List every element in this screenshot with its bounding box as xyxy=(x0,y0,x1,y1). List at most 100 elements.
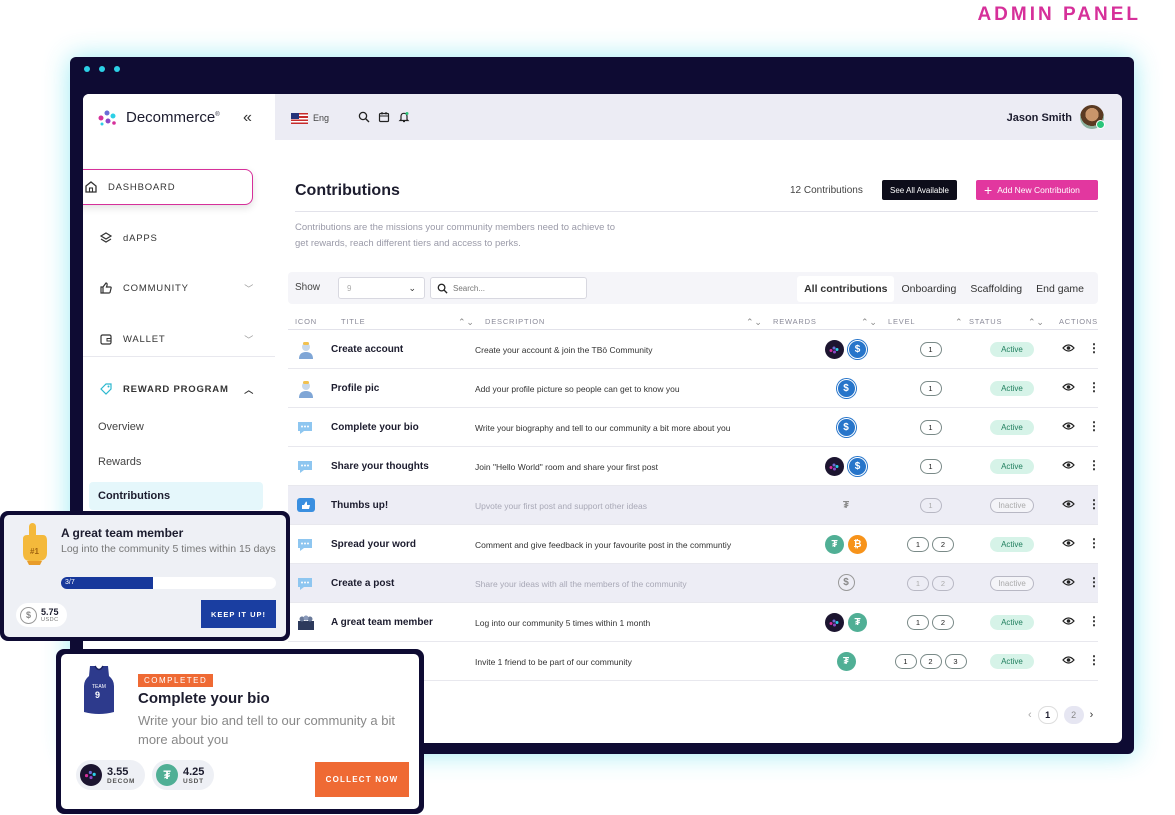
tab-all-contributions[interactable]: All contributions xyxy=(797,276,895,302)
row-actions: ⋮ xyxy=(1062,342,1100,354)
tab-onboarding[interactable]: Onboarding xyxy=(894,276,963,302)
column-header-description[interactable]: DESCRIPTION xyxy=(485,317,545,326)
card-title: Complete your bio xyxy=(138,690,270,707)
more-options-icon[interactable]: ⋮ xyxy=(1088,576,1100,588)
sidebar-item-community[interactable]: COMMUNITY ﹀ xyxy=(90,270,262,306)
usdc-coin-icon: $ xyxy=(20,606,37,624)
search-icon[interactable] xyxy=(358,111,370,123)
more-options-icon[interactable]: ⋮ xyxy=(1088,342,1100,354)
sidebar-item-dapps[interactable]: dAPPS xyxy=(90,220,262,256)
usdt-coin-icon: ₮ xyxy=(842,500,850,511)
status-badge: Inactive xyxy=(990,576,1034,591)
more-options-icon[interactable]: ⋮ xyxy=(1088,420,1100,432)
sort-icon[interactable]: ⌃⌄ xyxy=(458,317,475,328)
svg-text:#1: #1 xyxy=(30,547,39,556)
usdc-coin-icon: $ xyxy=(837,574,855,591)
sort-icon[interactable]: ⌃⌄ xyxy=(1028,317,1045,328)
chat-bubble-icon xyxy=(296,457,316,477)
sidebar-divider xyxy=(83,356,275,357)
sort-icon[interactable]: ⌃⌄ xyxy=(861,317,878,328)
eye-icon[interactable] xyxy=(1062,499,1075,509)
chat-bubble-icon xyxy=(296,418,316,438)
eye-icon[interactable] xyxy=(1062,343,1075,353)
row-actions: ⋮ xyxy=(1062,381,1100,393)
sort-icon[interactable]: ⌃⌄ xyxy=(746,317,763,328)
user-name[interactable]: Jason Smith xyxy=(1007,112,1072,124)
reward-amount: 3.55 xyxy=(107,765,129,778)
column-header-rewards[interactable]: REWARDS xyxy=(773,317,817,326)
topbar: Eng Jason Smith xyxy=(275,94,1122,140)
table-row[interactable]: Create account Create your account & join… xyxy=(288,330,1100,369)
eye-icon[interactable] xyxy=(1062,421,1075,431)
bell-icon[interactable] xyxy=(398,111,410,123)
search-field[interactable] xyxy=(430,277,587,299)
row-actions: ⋮ xyxy=(1062,615,1100,627)
collapse-sidebar-icon[interactable]: « xyxy=(243,109,252,127)
sidebar-subitem-overview[interactable]: Overview xyxy=(89,413,263,441)
column-header-title[interactable]: TITLE xyxy=(341,317,365,326)
eye-icon[interactable] xyxy=(1062,655,1075,665)
tag-icon xyxy=(100,383,112,395)
sidebar-item-wallet[interactable]: WALLET ﹀ xyxy=(90,321,262,357)
eye-icon[interactable] xyxy=(1062,382,1075,392)
sidebar-item-reward-program[interactable]: REWARD PROGRAM ︿ xyxy=(90,371,262,407)
eye-icon[interactable] xyxy=(1062,538,1075,548)
chevron-left-icon[interactable]: ‹ xyxy=(1028,709,1032,721)
eye-icon[interactable] xyxy=(1062,460,1075,470)
add-new-contribution-button[interactable]: + Add New Contribution xyxy=(976,180,1098,200)
status-badge: Active xyxy=(990,381,1034,396)
table-row[interactable]: Thumbs up! Upvote your first post and sup… xyxy=(288,486,1100,525)
row-description: Join "Hello World" room and share your f… xyxy=(475,462,659,472)
page-1-button[interactable]: 1 xyxy=(1037,706,1058,724)
more-options-icon[interactable]: ⋮ xyxy=(1088,381,1100,393)
collect-now-button[interactable]: COLLECT NOW xyxy=(315,762,409,797)
table-row[interactable]: A great team member Log into our communit… xyxy=(288,603,1100,642)
pagination: ‹ 1 2 › xyxy=(1028,706,1093,724)
eye-icon[interactable] xyxy=(1062,577,1075,587)
eye-icon[interactable] xyxy=(1062,616,1075,626)
us-flag-icon[interactable] xyxy=(291,113,308,124)
level-badge: 2 xyxy=(932,576,954,591)
table-row[interactable]: Spread your word Comment and give feedbac… xyxy=(288,525,1100,564)
chevron-right-icon[interactable]: › xyxy=(1090,709,1094,721)
more-options-icon[interactable]: ⋮ xyxy=(1088,654,1100,666)
sidebar-subitem-contributions[interactable]: Contributions xyxy=(89,482,263,510)
search-input[interactable] xyxy=(453,284,573,293)
more-options-icon[interactable]: ⋮ xyxy=(1088,537,1100,549)
level-badge: 1 xyxy=(919,498,942,513)
tab-end-game[interactable]: End game xyxy=(1029,276,1091,302)
usdt-coin-icon: ₮ xyxy=(836,652,856,671)
row-levels: 12 xyxy=(878,615,983,630)
level-badge: 1 xyxy=(919,459,942,474)
column-header-level[interactable]: LEVEL xyxy=(888,317,915,326)
reward-token: USDC xyxy=(41,617,59,623)
sort-icon[interactable]: ⌃ xyxy=(955,317,963,328)
sidebar-item-dashboard[interactable]: DASHBOARD xyxy=(83,169,253,205)
complete-bio-card: TEAM 9 COMPLETED Complete your bio Write… xyxy=(56,649,424,814)
table-row[interactable]: Create a post Share your ideas with all t… xyxy=(288,564,1100,603)
keep-it-up-button[interactable]: KEEP IT UP! xyxy=(201,600,276,628)
sidebar-subitem-rewards[interactable]: Rewards xyxy=(89,448,263,476)
card-description: Log into the community 5 times within 15… xyxy=(61,543,276,555)
more-options-icon[interactable]: ⋮ xyxy=(1088,615,1100,627)
user-avatar-icon xyxy=(296,379,316,399)
language-selector[interactable]: Eng xyxy=(313,113,329,123)
level-badge: 3 xyxy=(944,654,967,669)
tab-scaffolding[interactable]: Scaffolding xyxy=(963,276,1029,302)
page-2-button[interactable]: 2 xyxy=(1063,706,1084,724)
brand-logo[interactable]: Decommerce® xyxy=(97,108,220,126)
category-tabs: All contributions Onboarding Scaffolding… xyxy=(797,276,1091,302)
see-all-available-button[interactable]: See All Available xyxy=(882,180,958,200)
table-row[interactable]: Share your thoughts Join "Hello World" ro… xyxy=(288,447,1100,486)
more-options-icon[interactable]: ⋮ xyxy=(1088,498,1100,510)
table-row[interactable]: Complete your bio Write your biography an… xyxy=(288,408,1100,447)
reward-pill-decom: 3.55 DECOM xyxy=(76,760,146,790)
calendar-icon[interactable] xyxy=(378,111,390,123)
show-count-value: 9 xyxy=(347,284,352,293)
show-count-select[interactable]: 9 ⌄ xyxy=(338,277,425,299)
table-row[interactable]: Profile pic Add your profile picture so p… xyxy=(288,369,1100,408)
user-avatar[interactable] xyxy=(1080,105,1105,129)
usdt-coin-icon: ₮ xyxy=(825,535,844,554)
column-header-status[interactable]: STATUS xyxy=(969,317,1002,326)
more-options-icon[interactable]: ⋮ xyxy=(1088,459,1100,471)
